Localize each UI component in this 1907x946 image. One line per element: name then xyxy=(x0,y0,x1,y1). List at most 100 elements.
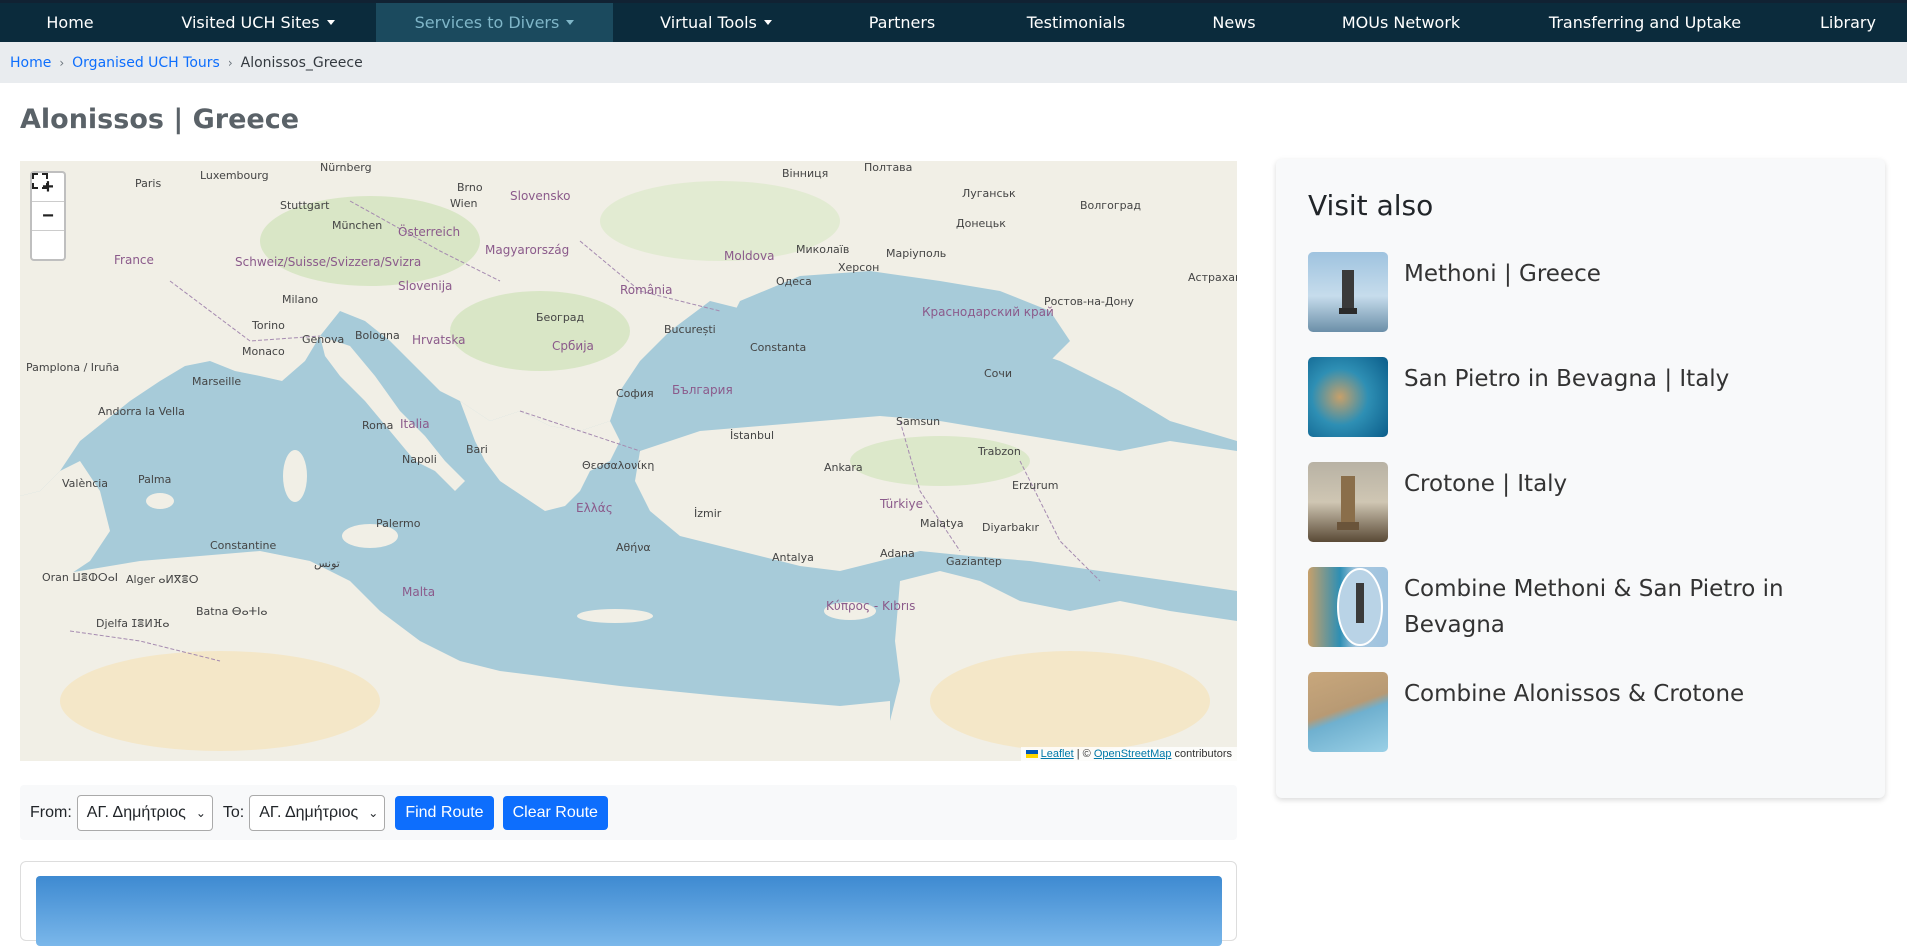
map-label: İstanbul xyxy=(730,429,775,442)
nav-item-services-to-divers[interactable]: Services to Divers xyxy=(376,3,613,42)
nav-item-label: Visited UCH Sites xyxy=(181,13,320,32)
from-label: From: xyxy=(30,803,72,821)
map-label: Θεσσαλονίκη xyxy=(582,459,655,472)
map-label: Palma xyxy=(138,473,172,486)
map-label: Constanta xyxy=(750,341,807,354)
nav-item-library[interactable]: Library xyxy=(1789,3,1907,42)
nav-item-news[interactable]: News xyxy=(1167,3,1301,42)
map-label: Diyarbakır xyxy=(982,521,1039,534)
map-label: Brno xyxy=(457,181,483,194)
map-label: Slovensko xyxy=(510,189,571,203)
map-label: Миколаїв xyxy=(796,243,850,256)
fullscreen-icon xyxy=(32,173,48,189)
attribution-suffix: contributors xyxy=(1171,748,1232,760)
map-label: Samsun xyxy=(896,415,941,428)
map-label: Bologna xyxy=(355,329,400,342)
map-label: Slovenija xyxy=(398,279,453,293)
map-label: Κύπρος - Kıbrıs xyxy=(826,599,916,613)
find-route-button[interactable]: Find Route xyxy=(395,795,494,830)
site-photo-card xyxy=(20,861,1237,946)
map-label: Маріуполь xyxy=(886,247,947,260)
nav-item-virtual-tools[interactable]: Virtual Tools xyxy=(613,3,819,42)
nav-item-label: MOUs Network xyxy=(1341,13,1461,32)
visit-thumbnail xyxy=(1308,252,1388,332)
caret-down-icon xyxy=(326,20,335,25)
map-label: Constantine xyxy=(210,539,277,552)
map-attribution: Leaflet | © OpenStreetMap contributors xyxy=(1020,747,1237,761)
map-label: France xyxy=(114,253,154,267)
map-label: Краснодарский край xyxy=(922,305,1054,319)
map-label: Донецьк xyxy=(956,217,1006,230)
visit-item-label: Crotone | Italy xyxy=(1404,471,1568,497)
map-label: Palermo xyxy=(376,517,421,530)
map-label: Luxembourg xyxy=(200,169,269,182)
map-label: Italia xyxy=(400,417,430,431)
desert-patch xyxy=(930,651,1210,751)
nav-item-visited-uch-sites[interactable]: Visited UCH Sites xyxy=(140,3,376,42)
breadcrumb: Home › Organised UCH Tours › Alonissos_G… xyxy=(0,42,1907,83)
map-label: València xyxy=(62,477,109,490)
map-label: Djelfa ⵊⴻⵍⴼⴰ xyxy=(96,617,170,630)
visit-item-label: San Pietro in Bevagna | Italy xyxy=(1404,366,1730,392)
visit-item[interactable]: Combine Methoni & San Pietro in Bevagna xyxy=(1308,567,1824,647)
openstreetmap-link[interactable]: OpenStreetMap xyxy=(1094,748,1172,760)
map-label: Луганськ xyxy=(962,187,1016,200)
map-label: Batna ⴱⴰⵜⵏⴰ xyxy=(196,605,268,618)
zoom-out-button[interactable]: − xyxy=(32,202,64,231)
map[interactable]: Paris Luxembourg Nürnberg Stuttgart Münc… xyxy=(20,161,1237,761)
island-mallorca xyxy=(146,493,174,509)
from-select[interactable]: ΑΓ. Δημήτριος ⌄ xyxy=(76,794,213,831)
map-label: România xyxy=(620,283,673,297)
nav-item-home[interactable]: Home xyxy=(0,3,140,42)
map-label: Paris xyxy=(135,177,162,190)
visit-item[interactable]: Crotone | Italy xyxy=(1308,462,1824,542)
map-label: Nürnberg xyxy=(320,161,372,174)
nav-item-label: News xyxy=(1212,13,1256,32)
leaflet-link[interactable]: Leaflet xyxy=(1041,748,1074,760)
map-label: Marseille xyxy=(192,375,242,388)
visit-also-panel: Visit also Methoni | Greece San Pietro i… xyxy=(1276,159,1885,798)
visit-item[interactable]: Combine Alonissos & Crotone xyxy=(1308,672,1824,752)
map-label: Malatya xyxy=(920,517,964,530)
visit-thumbnail xyxy=(1308,462,1388,542)
visit-thumbnail xyxy=(1308,357,1388,437)
page-title: Alonissos | Greece xyxy=(20,104,300,135)
breadcrumb-current: Alonissos_Greece xyxy=(240,54,363,71)
map-label: София xyxy=(616,387,654,400)
map-label: Hrvatska xyxy=(412,333,466,347)
map-label: България xyxy=(672,383,733,397)
visit-thumbnail xyxy=(1308,567,1388,647)
nav-item-mous-network[interactable]: MOUs Network xyxy=(1301,3,1501,42)
map-label: Αθήνα xyxy=(616,541,651,554)
tower-image xyxy=(1339,270,1357,314)
nav-item-label: Home xyxy=(46,13,94,32)
nav-item-partners[interactable]: Partners xyxy=(819,3,985,42)
map-label: Вінниця xyxy=(782,167,829,180)
map-label: Херсон xyxy=(838,261,880,274)
map-label: București xyxy=(664,323,716,336)
visit-item[interactable]: San Pietro in Bevagna | Italy xyxy=(1308,357,1824,437)
breadcrumb-section-link[interactable]: Organised UCH Tours xyxy=(72,55,220,71)
breadcrumb-home-link[interactable]: Home xyxy=(10,55,51,71)
map-label: Alger ⴰⵍⴳⴻⵔ xyxy=(126,573,199,586)
chevron-down-icon: ⌄ xyxy=(368,805,379,820)
route-form: From: ΑΓ. Δημήτριος ⌄ To: ΑΓ. Δημήτριος ⌄ … xyxy=(20,785,1237,840)
map-label: Roma xyxy=(362,419,394,432)
nav-item-label: Transferring and Uptake xyxy=(1548,13,1742,32)
map-label: Erzurum xyxy=(1012,479,1059,492)
nav-item-transferring-and-uptake[interactable]: Transferring and Uptake xyxy=(1501,3,1789,42)
map-label: Pamplona / Iruña xyxy=(26,361,120,374)
nav-item-testimonials[interactable]: Testimonials xyxy=(985,3,1167,42)
island-sardinia xyxy=(283,450,307,502)
map-label: Magyarország xyxy=(485,243,570,257)
to-select[interactable]: ΑΓ. Δημήτριος ⌄ xyxy=(249,794,386,831)
map-label: Napoli xyxy=(402,453,437,466)
visit-also-title: Visit also xyxy=(1308,189,1434,222)
forest-patch xyxy=(850,436,1030,486)
fullscreen-button[interactable] xyxy=(32,173,64,259)
clear-route-button[interactable]: Clear Route xyxy=(502,795,608,830)
map-label: Torino xyxy=(252,319,285,332)
map-label: Астрахан xyxy=(1188,271,1237,284)
zoom-control: + − xyxy=(30,171,66,261)
visit-item[interactable]: Methoni | Greece xyxy=(1308,252,1824,332)
